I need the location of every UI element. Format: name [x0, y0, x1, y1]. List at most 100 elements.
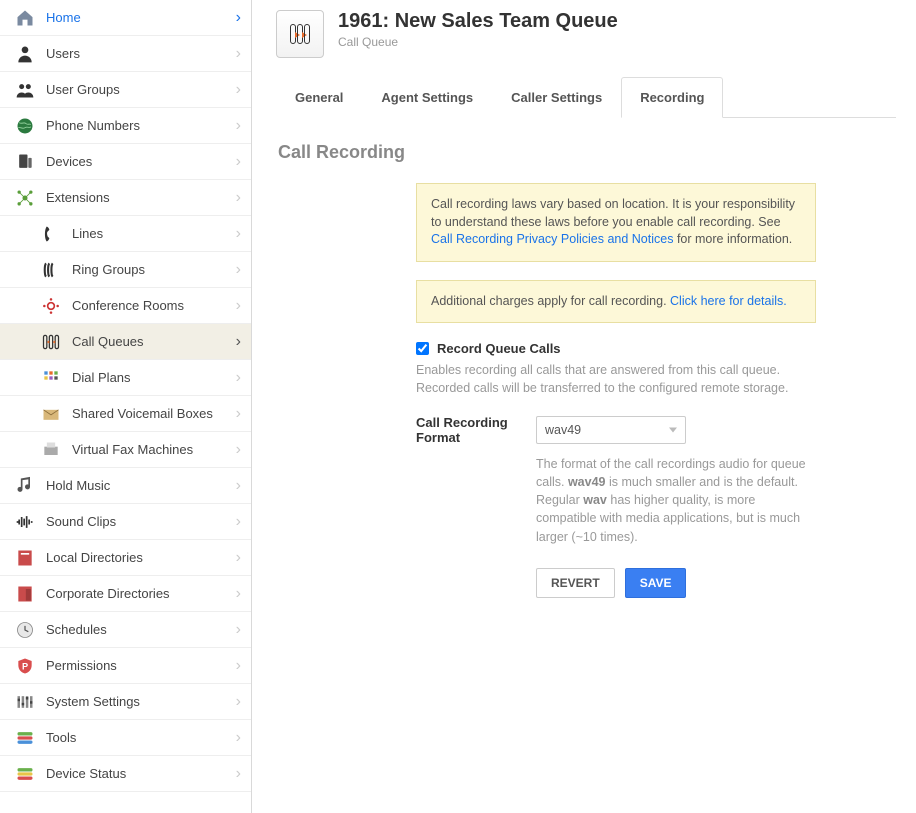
chevron-right-icon: › — [236, 405, 241, 423]
sidebar-item-device-status[interactable]: Device Status› — [0, 756, 251, 792]
record-calls-help: Enables recording all calls that are ans… — [416, 362, 816, 397]
chevron-right-icon: › — [236, 333, 241, 351]
sidebar-item-label: Schedules — [46, 622, 236, 637]
sidebar-item-local-directories[interactable]: Local Directories› — [0, 540, 251, 576]
sidebar-item-ring-groups[interactable]: Ring Groups› — [0, 252, 251, 288]
record-calls-checkbox[interactable] — [416, 342, 429, 355]
sidebar-item-label: Ring Groups — [72, 262, 236, 277]
ring-group-icon — [40, 259, 62, 281]
chevron-right-icon: › — [236, 297, 241, 315]
chevron-right-icon: › — [236, 261, 241, 279]
sidebar-item-label: Home — [46, 10, 236, 25]
sidebar-item-lines[interactable]: Lines› — [0, 216, 251, 252]
charges-link[interactable]: Click here for details. — [670, 294, 787, 308]
sound-icon — [14, 511, 36, 533]
svg-text:P: P — [22, 661, 28, 671]
queue-icon — [40, 331, 62, 353]
format-label: Call Recording Format — [416, 415, 536, 445]
sidebar-item-virtual-fax-machines[interactable]: Virtual Fax Machines› — [0, 432, 251, 468]
tab-general[interactable]: General — [276, 77, 362, 118]
legal-notice: Call recording laws vary based on locati… — [416, 183, 816, 262]
permissions-icon: P — [14, 655, 36, 677]
notice-text: Call recording laws vary based on locati… — [431, 197, 795, 229]
sidebar: Home›Users›User Groups›Phone Numbers›Dev… — [0, 0, 252, 813]
sidebar-item-label: System Settings — [46, 694, 236, 709]
sidebar-item-label: Users — [46, 46, 236, 61]
sidebar-item-extensions[interactable]: Extensions› — [0, 180, 251, 216]
chevron-right-icon: › — [236, 585, 241, 603]
sidebar-item-label: Dial Plans — [72, 370, 236, 385]
sidebar-item-label: Tools — [46, 730, 236, 745]
chevron-right-icon: › — [236, 81, 241, 99]
format-select[interactable]: wav49 — [536, 416, 686, 444]
charges-text: Additional charges apply for call record… — [431, 294, 670, 308]
voicemail-icon — [40, 403, 62, 425]
sidebar-item-devices[interactable]: Devices› — [0, 144, 251, 180]
sidebar-item-label: Sound Clips — [46, 514, 236, 529]
sidebar-item-corporate-directories[interactable]: Corporate Directories› — [0, 576, 251, 612]
sidebar-item-sound-clips[interactable]: Sound Clips› — [0, 504, 251, 540]
sidebar-item-call-queues[interactable]: Call Queues› — [0, 324, 251, 360]
tab-recording[interactable]: Recording — [621, 77, 723, 118]
user-icon — [14, 43, 36, 65]
sidebar-item-permissions[interactable]: P Permissions› — [0, 648, 251, 684]
sidebar-item-dial-plans[interactable]: Dial Plans› — [0, 360, 251, 396]
chevron-right-icon: › — [236, 657, 241, 675]
sidebar-item-home[interactable]: Home› — [0, 0, 251, 36]
sidebar-item-conference-rooms[interactable]: Conference Rooms› — [0, 288, 251, 324]
format-row: Call Recording Format wav49 — [416, 415, 816, 445]
chevron-right-icon: › — [236, 729, 241, 747]
app-root: Home›Users›User Groups›Phone Numbers›Dev… — [0, 0, 916, 813]
sidebar-item-schedules[interactable]: Schedules› — [0, 612, 251, 648]
chevron-right-icon: › — [236, 45, 241, 63]
tab-agent-settings[interactable]: Agent Settings — [362, 77, 492, 118]
chevron-right-icon: › — [236, 117, 241, 135]
device-icon — [14, 151, 36, 173]
chevron-right-icon: › — [236, 693, 241, 711]
sidebar-item-label: Corporate Directories — [46, 586, 236, 601]
format-value: wav49 — [545, 423, 581, 437]
corp-dir-icon — [14, 583, 36, 605]
queue-icon — [276, 10, 324, 58]
sidebar-item-hold-music[interactable]: Hold Music› — [0, 468, 251, 504]
music-icon — [14, 475, 36, 497]
sidebar-item-label: Phone Numbers — [46, 118, 236, 133]
sidebar-item-label: Permissions — [46, 658, 236, 673]
page-title: 1961: New Sales Team Queue — [338, 10, 618, 33]
page-subtitle: Call Queue — [338, 35, 618, 49]
sidebar-item-label: User Groups — [46, 82, 236, 97]
sidebar-item-phone-numbers[interactable]: Phone Numbers› — [0, 108, 251, 144]
sidebar-item-user-groups[interactable]: User Groups› — [0, 72, 251, 108]
sidebar-item-system-settings[interactable]: System Settings› — [0, 684, 251, 720]
user-group-icon — [14, 79, 36, 101]
tabs: GeneralAgent SettingsCaller SettingsReco… — [276, 76, 896, 118]
record-calls-label: Record Queue Calls — [437, 341, 561, 356]
revert-button[interactable]: REVERT — [536, 568, 615, 598]
action-buttons: REVERT SAVE — [536, 568, 816, 598]
device-status-icon — [14, 763, 36, 785]
sidebar-item-tools[interactable]: Tools› — [0, 720, 251, 756]
extensions-icon — [14, 187, 36, 209]
dial-plan-icon — [40, 367, 62, 389]
line-icon — [40, 223, 62, 245]
globe-icon — [14, 115, 36, 137]
sidebar-item-label: Hold Music — [46, 478, 236, 493]
chevron-right-icon: › — [236, 765, 241, 783]
clock-icon — [14, 619, 36, 641]
chevron-right-icon: › — [236, 225, 241, 243]
chevron-right-icon: › — [236, 369, 241, 387]
record-calls-row: Record Queue Calls — [416, 341, 816, 356]
sidebar-item-label: Devices — [46, 154, 236, 169]
sidebar-item-label: Call Queues — [72, 334, 236, 349]
sidebar-item-shared-voicemail-boxes[interactable]: Shared Voicemail Boxes› — [0, 396, 251, 432]
tab-caller-settings[interactable]: Caller Settings — [492, 77, 621, 118]
chevron-right-icon: › — [236, 513, 241, 531]
chevron-right-icon: › — [236, 549, 241, 567]
fax-icon — [40, 439, 62, 461]
privacy-link[interactable]: Call Recording Privacy Policies and Noti… — [431, 232, 673, 246]
sidebar-item-users[interactable]: Users› — [0, 36, 251, 72]
home-icon — [14, 7, 36, 29]
conference-icon — [40, 295, 62, 317]
save-button[interactable]: SAVE — [625, 568, 687, 598]
chevron-right-icon: › — [236, 9, 241, 27]
